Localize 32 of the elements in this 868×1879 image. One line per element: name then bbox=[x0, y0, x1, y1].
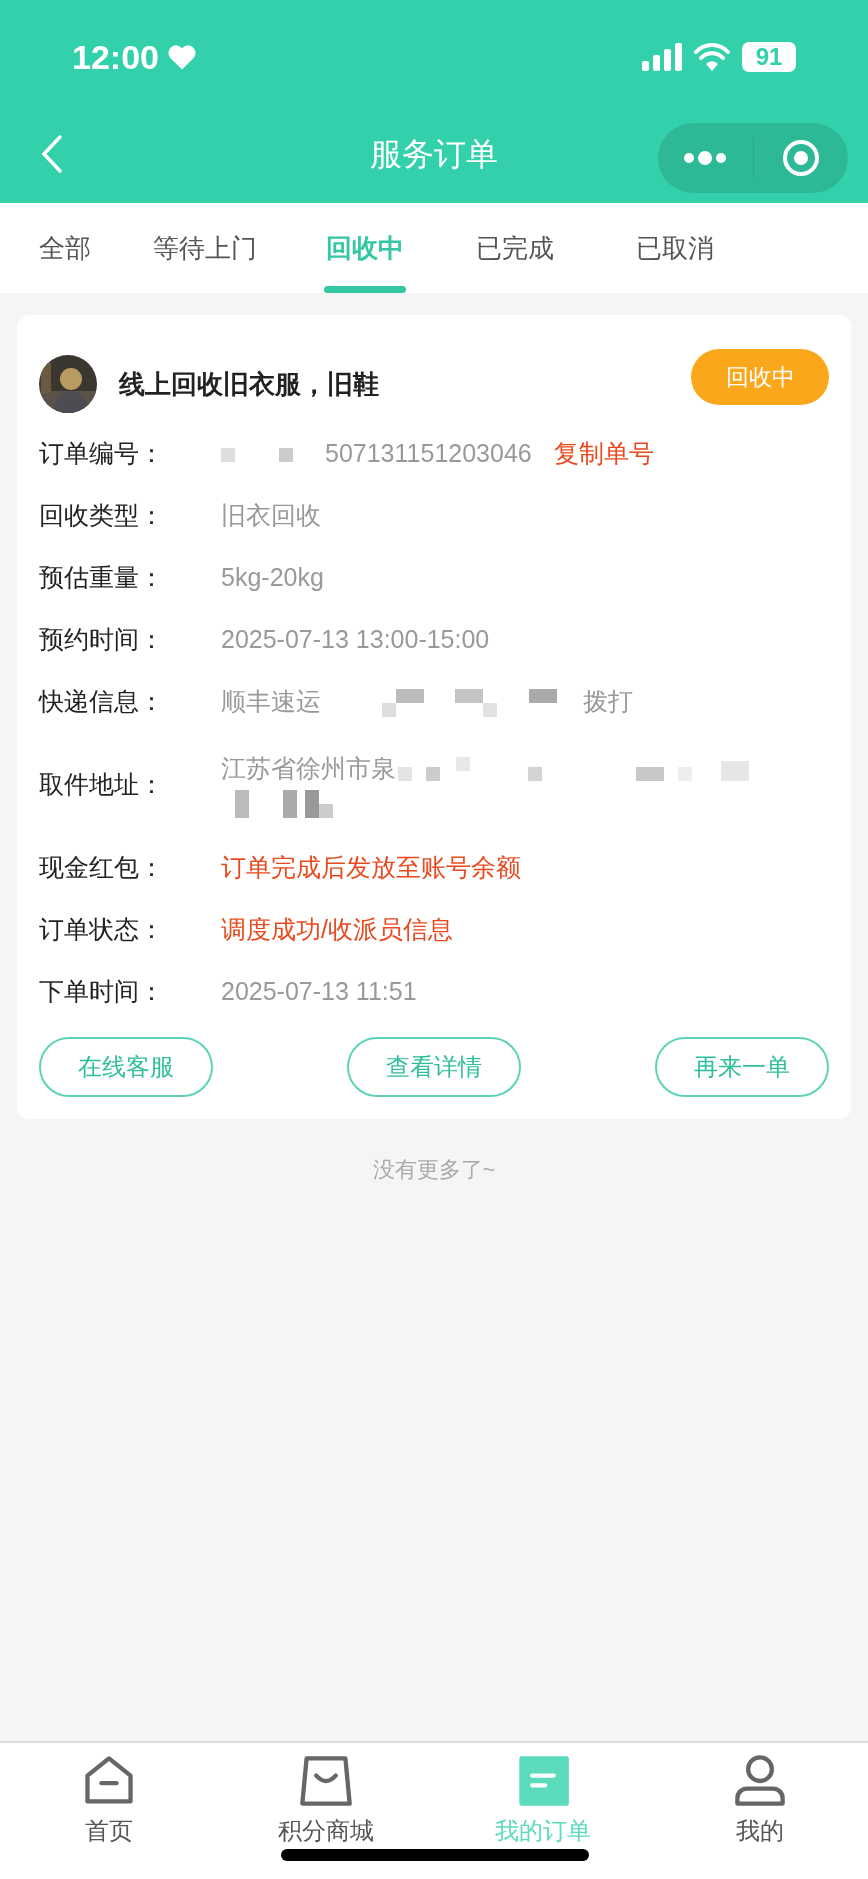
nav-tab[interactable]: 积分商城 bbox=[217, 1743, 434, 1879]
field-value: 订单完成后发放至账号余额 bbox=[221, 852, 521, 884]
field-label: 下单时间： bbox=[39, 976, 165, 1008]
field-label: 预约时间： bbox=[39, 624, 165, 656]
copy-link[interactable]: 复制单号 bbox=[553, 435, 654, 473]
tab[interactable]: 已取消 bbox=[600, 203, 750, 293]
field-label: 现金红包： bbox=[39, 852, 165, 884]
end-of-list-text: 没有更多了~ bbox=[372, 1156, 496, 1184]
field-label: 取件地址： bbox=[39, 769, 165, 801]
field-label: 快递信息： bbox=[39, 686, 165, 718]
page-title: 服务订单 bbox=[370, 134, 498, 174]
tab[interactable]: 等待上门 bbox=[110, 203, 300, 293]
order-number: 507131151203046 bbox=[325, 438, 532, 470]
field-label: 预估重量： bbox=[39, 562, 165, 594]
tab[interactable]: 全部 bbox=[20, 203, 110, 293]
tab[interactable]: 已完成 bbox=[430, 203, 600, 293]
battery-level: 91 bbox=[742, 42, 796, 72]
field-value: 2025-07-13 11:51 bbox=[221, 976, 417, 1008]
nav-tab[interactable]: 首页 bbox=[0, 1743, 217, 1879]
courier-name: 顺丰速运 bbox=[221, 686, 321, 718]
pickup-address: 江苏省徐州市泉 bbox=[221, 753, 396, 785]
field-label: 订单状态： bbox=[39, 914, 165, 946]
field-value: 旧衣回收 bbox=[221, 500, 321, 532]
status-badge: 回收中 bbox=[691, 349, 829, 405]
nav-tab[interactable]: 我的 bbox=[651, 1743, 868, 1879]
field-value: 调度成功/收派员信息 bbox=[221, 914, 453, 946]
field-label: 订单编号： bbox=[39, 438, 165, 470]
field-value: 2025-07-13 13:00-15:00 bbox=[221, 624, 490, 656]
field-label: 回收类型： bbox=[39, 500, 165, 532]
order-title: 线上回收旧衣服，旧鞋 bbox=[119, 367, 379, 401]
field-value: 5kg-20kg bbox=[221, 562, 324, 594]
clock-time: 12:00 bbox=[72, 36, 159, 78]
